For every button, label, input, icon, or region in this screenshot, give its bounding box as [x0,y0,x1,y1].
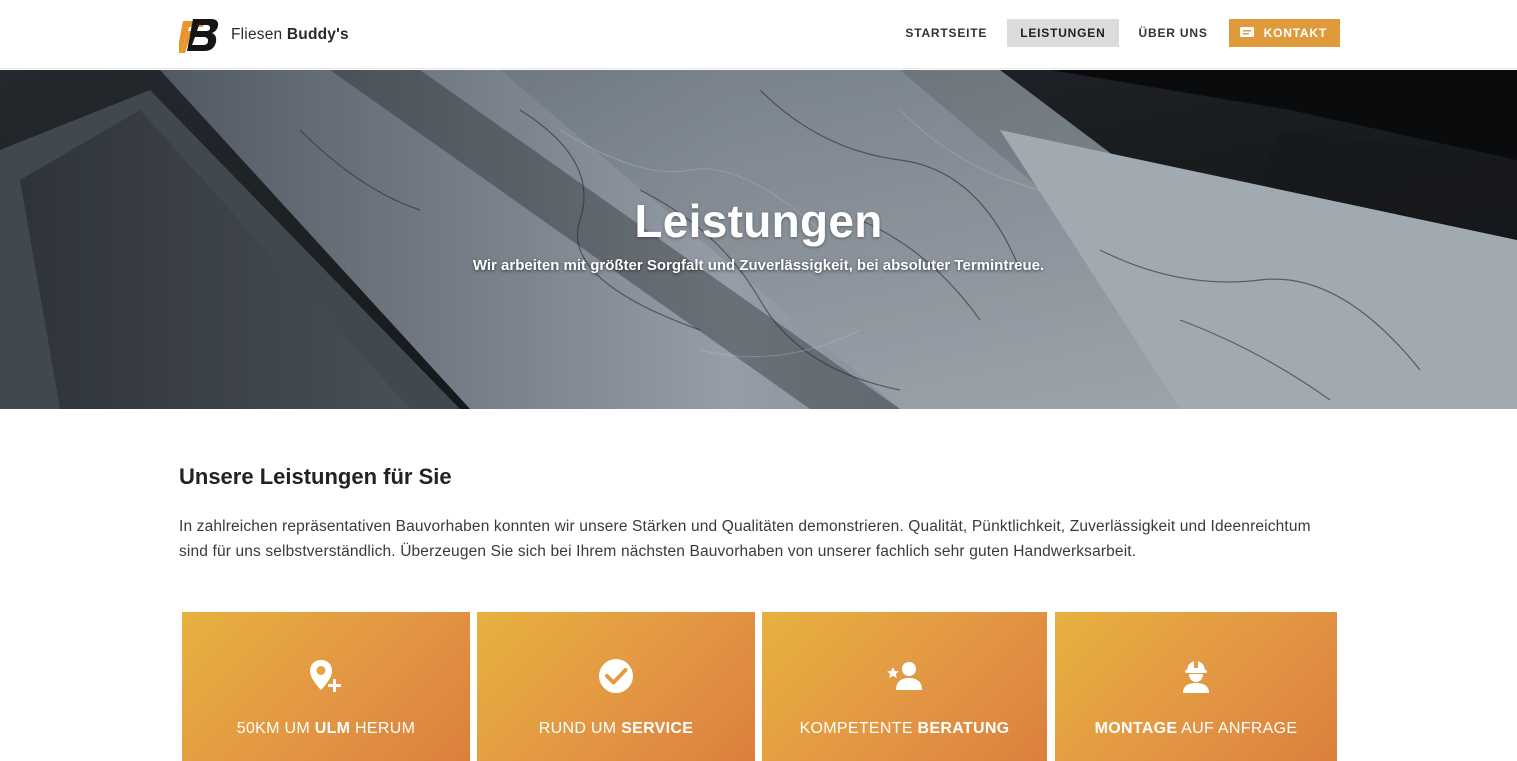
service-card-label: KOMPETENTE BERATUNG [762,720,1047,738]
nav-contact-label: KONTAKT [1263,26,1327,40]
brand-name-bold: Buddy's [286,26,349,43]
nav-about[interactable]: ÜBER UNS [1127,19,1220,47]
nav-contact-button[interactable]: KONTAKT [1228,19,1340,47]
nav-home[interactable]: STARTSEITE [893,19,999,47]
service-card-label: RUND UM SERVICE [477,720,755,738]
card-label-pre: RUND UM [538,720,622,737]
section-intro-text: In zahlreichen repräsentativen Bauvorhab… [179,518,1311,560]
section-title-bold: Unsere Leistungen [179,464,378,489]
card-label-pre: 50KM UM [236,720,315,737]
service-card-area[interactable]: 50KM UM ULM HERUM [182,612,470,761]
nav-services[interactable]: LEISTUNGEN [1007,19,1119,47]
card-label-post: HERUM [350,720,416,737]
hero-title: Leistungen [634,195,883,247]
brand-name-light: Fliesen [231,26,283,43]
brand-logo[interactable]: Fliesen Buddy's [179,15,349,55]
user-star-icon [886,662,922,690]
service-card-label: 50KM UM ULM HERUM [182,720,470,738]
section-title: Unsere Leistungen für Sie [179,464,452,490]
logo-mark-icon [179,19,219,53]
card-label-post: AUF ANFRAGE [1177,720,1298,737]
check-circle-icon [599,659,633,693]
cart-icon [1239,27,1254,37]
hero-subtitle: Wir arbeiten mit größter Sorgfalt und Zu… [472,257,1045,274]
card-label-pre: KOMPETENTE [799,720,918,737]
main-nav: STARTSEITE LEISTUNGEN ÜBER UNS KONTAKT [893,19,1340,47]
service-card-consulting[interactable]: KOMPETENTE BERATUNG [762,612,1047,761]
location-plus-icon [310,660,341,692]
card-label-bold: MONTAGE [1094,720,1178,737]
worker-icon [1183,661,1209,693]
hero-banner: Leistungen Wir arbeiten mit größter Sorg… [0,70,1517,409]
card-label-bold: ULM [314,720,351,737]
site-header: Fliesen Buddy's STARTSEITE LEISTUNGEN ÜB… [0,0,1517,69]
service-card-label: MONTAGE AUF ANFRAGE [1055,720,1337,738]
service-card-assembly[interactable]: MONTAGE AUF ANFRAGE [1055,612,1337,761]
service-card-service[interactable]: RUND UM SERVICE [477,612,755,761]
brand-name: Fliesen Buddy's [231,26,349,44]
card-label-bold: BERATUNG [917,720,1010,737]
section-title-light: für Sie [383,464,452,489]
card-label-bold: SERVICE [621,720,694,737]
